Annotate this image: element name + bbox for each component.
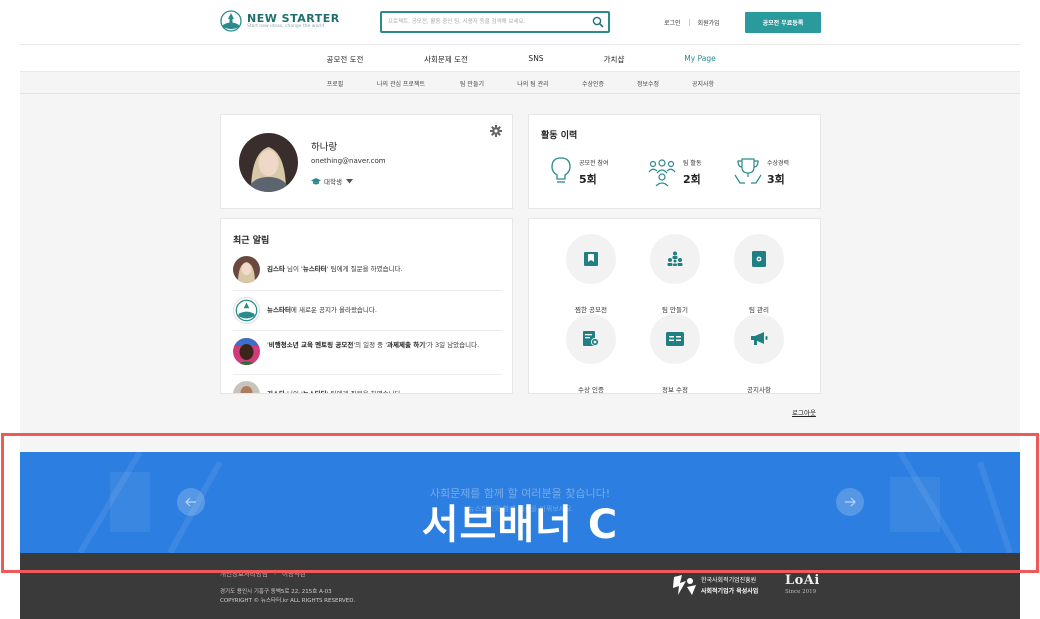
- history-title: 활동 이력: [541, 131, 578, 141]
- stat-label: 팀 활동: [683, 160, 702, 167]
- certificate-icon: [583, 330, 599, 346]
- logo-tagline: Start new ideas, change the world: [247, 23, 325, 29]
- subnav-awards[interactable]: 수상인증: [582, 79, 604, 88]
- list-item[interactable]: 뉴스타터에 새로운 공지가 올라왔습니다.: [233, 291, 502, 331]
- team-manage-icon: [752, 251, 766, 267]
- menu-icon-wrap: [650, 314, 700, 364]
- menu-notice[interactable]: 공지사항: [724, 314, 794, 394]
- profile-card: 하나랑 onething@naver.com 대학생: [220, 114, 513, 209]
- bookmark-icon: [584, 252, 598, 266]
- brand-since: Since 2019: [785, 589, 817, 595]
- subnav-make-team[interactable]: 팀 만들기: [460, 79, 484, 88]
- subnav-my-team[interactable]: 나의 팀 관리: [517, 79, 548, 88]
- megaphone-icon: [751, 332, 768, 345]
- logo[interactable]: NEW STARTER Start new ideas, change the …: [220, 10, 340, 32]
- menu-team-manage[interactable]: 팀 관리: [724, 234, 794, 314]
- alerts-title: 최근 알림: [233, 236, 270, 246]
- logo-name: NEW STARTER: [247, 11, 340, 25]
- divider: [688, 19, 690, 26]
- menu-edit-info[interactable]: 정보 수정: [640, 314, 710, 394]
- activity-history-card: 활동 이력 공모전 참여 5회 팀 활동 2회 수상경력 3회: [528, 114, 821, 209]
- profile-avatar: [239, 133, 298, 192]
- lightbulb-icon: [551, 157, 571, 183]
- org-logo[interactable]: 한국사회적기업진흥원 사회적기업가 육성사업: [670, 573, 758, 597]
- list-item[interactable]: '비행청소년 교육 멘토링 공모전'의 일정 중 '과제제출 하기'가 3일 남…: [233, 331, 502, 375]
- subnav-profile[interactable]: 프로필: [327, 79, 344, 88]
- recent-alerts-card: 최근 알림 김스타 님이 '뉴스타터' 팀에게 질문을 하였습니다. 뉴스타터에…: [220, 218, 513, 394]
- team-icon: [648, 159, 676, 187]
- stat-label: 공모전 참여: [579, 160, 609, 167]
- alert-text: 김스타 님이 '뉴스타터' 팀에게 질문을 하였습니다.: [267, 390, 403, 394]
- menu-icon-wrap: [566, 314, 616, 364]
- search-box: [380, 11, 610, 33]
- org-name: 한국사회적기업진흥원: [701, 577, 757, 584]
- search-icon[interactable]: [592, 16, 604, 28]
- avatar: [233, 256, 260, 283]
- page: NEW STARTER Start new ideas, change the …: [0, 0, 1040, 619]
- nav-item-contest[interactable]: 공모전 도전: [327, 54, 364, 65]
- menu-label: 팀 만들기: [662, 306, 688, 314]
- avatar: [233, 381, 260, 393]
- profile-email: onething@naver.com: [311, 157, 386, 165]
- stat-value: 5회: [579, 173, 597, 186]
- subnav-edit-info[interactable]: 정보수정: [637, 79, 659, 88]
- alert-text: 뉴스타터에 새로운 공지가 올라왔습니다.: [267, 306, 377, 314]
- banner-highlight-box: [1, 433, 1039, 573]
- role-value: 대학생: [324, 178, 342, 186]
- menu-label: 수상 인증: [578, 386, 604, 394]
- register-contest-button[interactable]: 공모전 무료등록: [745, 12, 821, 33]
- gear-icon[interactable]: [490, 125, 502, 137]
- alert-text: '비행청소년 교육 멘토링 공모전'의 일정 중 '과제제출 하기'가 3일 남…: [267, 341, 480, 349]
- logout-link[interactable]: 로그아웃: [792, 407, 816, 417]
- menu-label: 정보 수정: [662, 386, 688, 394]
- menu-icon-wrap: [734, 234, 784, 284]
- footer-address: 경기도 용인시 기흥구 동백5로 22, 215호 A-03: [220, 589, 332, 595]
- signup-link[interactable]: 회원가입: [698, 18, 720, 27]
- login-link[interactable]: 로그인: [664, 18, 681, 27]
- stat-value: 3회: [767, 173, 785, 186]
- menu-label: 찜한 공모전: [575, 306, 607, 314]
- main-nav: 공모전 도전 사회문제 도전 SNS 가치샵 My Page: [20, 44, 1020, 72]
- nav-item-mypage[interactable]: My Page: [684, 54, 715, 63]
- list-item[interactable]: 김스타 님이 '뉴스타터' 팀에게 질문을 하였습니다.: [233, 375, 502, 394]
- org-program: 사회적기업가 육성사업: [701, 588, 759, 595]
- nav-item-shop[interactable]: 가치샵: [604, 54, 625, 65]
- menu-liked-contests[interactable]: 찜한 공모전: [556, 234, 626, 314]
- role-select[interactable]: 대학생: [311, 176, 356, 186]
- list-item[interactable]: 김스타 님이 '뉴스타터' 팀에게 질문을 하였습니다.: [233, 255, 502, 291]
- menu-icon-wrap: [650, 234, 700, 284]
- graduation-cap-icon: [311, 177, 321, 184]
- menu-icon-wrap: [734, 314, 784, 364]
- alert-text: 김스타 님이 '뉴스타터' 팀에게 질문을 하였습니다.: [267, 265, 403, 273]
- nav-item-social-challenge[interactable]: 사회문제 도전: [424, 54, 468, 65]
- avatar: [233, 338, 260, 365]
- brand-logo[interactable]: LoAi Since 2019: [785, 573, 820, 595]
- brand-name: LoAi: [785, 573, 820, 588]
- menu-icon-wrap: [566, 234, 616, 284]
- subnav-interest-projects[interactable]: 나의 관심 프로젝트: [377, 79, 425, 88]
- quick-menu-card: 찜한 공모전 팀 만들기 팀 관리 수상 인증 정보 수정 공지사항: [528, 218, 821, 394]
- menu-label: 공지사항: [747, 386, 771, 394]
- sub-nav: 프로필 나의 관심 프로젝트 팀 만들기 나의 팀 관리 수상인증 정보수정 공…: [20, 72, 1020, 94]
- auth-links: 로그인 회원가입: [664, 18, 720, 27]
- menu-award-cert[interactable]: 수상 인증: [556, 314, 626, 394]
- id-card-icon: [666, 332, 684, 346]
- sseps-logo-icon: [673, 575, 696, 595]
- menu-label: 팀 관리: [748, 306, 769, 314]
- menu-make-team[interactable]: 팀 만들기: [640, 234, 710, 314]
- site-header: NEW STARTER Start new ideas, change the …: [0, 0, 1040, 46]
- logo-icon: [233, 297, 260, 324]
- search-input[interactable]: [382, 13, 582, 31]
- nav-item-sns[interactable]: SNS: [528, 54, 543, 63]
- trophy-icon: [734, 158, 762, 184]
- stat-value: 2회: [683, 173, 701, 186]
- caret-down-icon: [345, 178, 353, 183]
- footer-copyright: COPYRIGHT © 뉴스타터.kr ALL RIGHTS RESERVED.: [220, 598, 356, 604]
- logo-icon: [220, 10, 242, 32]
- profile-name: 하나랑: [311, 142, 338, 153]
- profile-photo: [239, 133, 298, 192]
- stat-label: 수상경력: [767, 160, 790, 167]
- subnav-notice[interactable]: 공지사항: [692, 79, 714, 88]
- team-build-icon: [667, 251, 683, 266]
